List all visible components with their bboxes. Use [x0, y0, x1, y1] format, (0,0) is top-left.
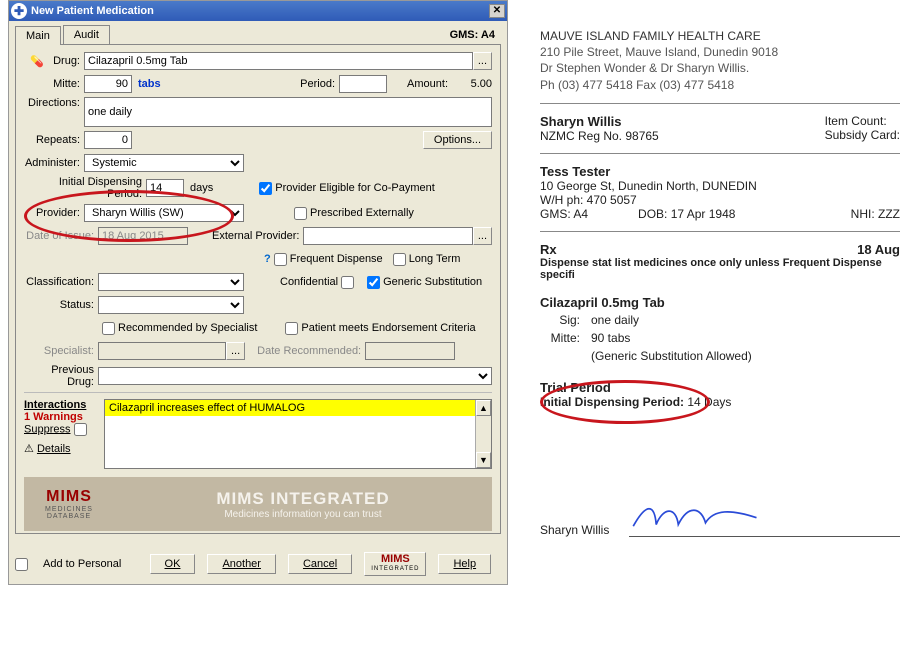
directions-label: Directions:	[24, 97, 84, 109]
rx-drug: Cilazapril 0.5mg Tab	[540, 295, 900, 310]
generic-sub-checkbox[interactable]	[367, 276, 380, 289]
prescribed-ext-checkbox[interactable]	[294, 207, 307, 220]
mitte-label: Mitte:	[24, 78, 84, 90]
prev-drug-select[interactable]	[98, 367, 492, 385]
mitte-field[interactable]	[84, 75, 132, 93]
tab-audit[interactable]: Audit	[63, 25, 110, 44]
administer-label: Administer:	[24, 157, 84, 169]
new-patient-medication-dialog: ✚ New Patient Medication ✕ Main Audit GM…	[8, 0, 508, 585]
interactions-header: Interactions	[24, 399, 104, 411]
idp-label: Initial Dispensing Period:	[24, 176, 146, 200]
warning-icon: ⚠	[24, 443, 34, 455]
interactions-list: Cilazapril increases effect of HUMALOG ▲…	[104, 399, 492, 469]
rec-specialist-label: Recommended by Specialist	[118, 322, 257, 334]
status-select[interactable]	[98, 296, 244, 314]
repeats-field[interactable]	[84, 131, 132, 149]
freq-dispense-label: Frequent Dispense	[290, 253, 383, 265]
classification-label: Classification:	[24, 276, 98, 288]
ext-provider-label: External Provider:	[212, 230, 303, 242]
specialist-lookup-button[interactable]: ...	[226, 342, 245, 360]
classification-select[interactable]	[98, 273, 244, 291]
idp-field[interactable]	[146, 179, 184, 197]
signature-line	[629, 499, 900, 537]
suppress-label: Suppress	[24, 423, 70, 435]
ext-provider-field[interactable]	[303, 227, 472, 245]
long-term-label: Long Term	[409, 253, 461, 265]
generic-sub-label: Generic Substitution	[383, 276, 482, 288]
prev-drug-label: Previous Drug:	[24, 364, 98, 388]
endorsement-label: Patient meets Endorsement Criteria	[301, 322, 475, 334]
rec-specialist-checkbox[interactable]	[102, 322, 115, 335]
idp-unit: days	[184, 182, 219, 194]
doi-field	[98, 227, 188, 245]
long-term-checkbox[interactable]	[393, 253, 406, 266]
signature-icon	[629, 499, 765, 533]
period-field[interactable]	[339, 75, 387, 93]
period-label: Period:	[300, 78, 339, 90]
titlebar: ✚ New Patient Medication ✕	[9, 1, 507, 21]
interactions-sidebar: Interactions 1 Warnings Suppress ⚠ Detai…	[24, 399, 104, 469]
repeats-label: Repeats:	[24, 134, 84, 146]
scroll-down-icon[interactable]: ▼	[476, 452, 491, 468]
confidential-label: Confidential	[280, 276, 338, 288]
app-icon: ✚	[11, 3, 27, 19]
provider-label: Provider:	[24, 207, 84, 219]
mims-button[interactable]: MIMSINTEGRATED	[364, 552, 426, 576]
endorsement-checkbox[interactable]	[285, 322, 298, 335]
trial-header: Trial Period	[540, 380, 900, 395]
details-link[interactable]: Details	[37, 443, 71, 455]
cancel-button[interactable]: Cancel	[288, 554, 352, 574]
tabstrip: Main Audit GMS: A4	[9, 21, 507, 44]
prescribed-ext-label: Prescribed Externally	[310, 207, 414, 219]
ok-button[interactable]: OK	[150, 554, 196, 574]
doi-label: Date of Issue:	[24, 230, 98, 242]
scroll-up-icon[interactable]: ▲	[476, 400, 491, 416]
prescriber-name: Sharyn Willis	[540, 114, 659, 129]
mitte-unit: tabs	[132, 78, 167, 90]
help-button[interactable]: Help	[438, 554, 491, 574]
amount-label: Amount:	[407, 78, 452, 90]
directions-field[interactable]	[84, 97, 492, 127]
interactions-warning-count: 1 Warnings	[24, 411, 104, 423]
amount-value: 5.00	[452, 78, 492, 90]
copay-label: Provider Eligible for Co-Payment	[275, 182, 435, 194]
add-personal-checkbox[interactable]	[15, 558, 28, 571]
drug-field[interactable]	[84, 52, 473, 70]
clinic-name: MAUVE ISLAND FAMILY HEALTH CARE	[540, 28, 900, 44]
drug-label: Drug:	[50, 55, 84, 67]
suppress-checkbox[interactable]	[74, 423, 87, 436]
drug-lookup-button[interactable]: ...	[473, 52, 492, 70]
mims-brand: MIMS	[24, 488, 114, 506]
close-icon[interactable]: ✕	[489, 4, 505, 18]
ext-provider-lookup-button[interactable]: ...	[473, 227, 492, 245]
gms-label: GMS: A4	[444, 26, 501, 44]
drug-icon: 💊	[24, 55, 50, 68]
prescription-preview: MAUVE ISLAND FAMILY HEALTH CARE 210 Pile…	[540, 28, 900, 537]
help-icon[interactable]: ?	[264, 253, 271, 265]
freq-dispense-checkbox[interactable]	[274, 253, 287, 266]
specialist-field	[98, 342, 226, 360]
copay-checkbox[interactable]	[259, 182, 272, 195]
another-button[interactable]: Another	[207, 554, 276, 574]
date-rec-field	[365, 342, 455, 360]
window-title: New Patient Medication	[31, 5, 154, 17]
status-label: Status:	[24, 299, 98, 311]
patient-name: Tess Tester	[540, 164, 900, 179]
bottom-bar: Add to Personal OK Another Cancel MIMSIN…	[15, 552, 501, 576]
date-rec-label: Date Recommended:	[257, 345, 365, 357]
specialist-label: Specialist:	[24, 345, 98, 357]
main-panel: 💊 Drug: ... Mitte: tabs Period: Amount: …	[15, 44, 501, 534]
confidential-checkbox[interactable]	[341, 276, 354, 289]
administer-select[interactable]: Systemic	[84, 154, 244, 172]
scrollbar[interactable]: ▲ ▼	[475, 400, 491, 468]
provider-select[interactable]: Sharyn Willis (SW)	[84, 204, 244, 222]
interaction-item: Cilazapril increases effect of HUMALOG	[105, 400, 491, 416]
tab-main[interactable]: Main	[15, 26, 61, 45]
options-button[interactable]: Options...	[423, 131, 492, 149]
mims-banner: MIMS MEDICINES DATABASE MIMS INTEGRATED …	[24, 477, 492, 531]
add-personal-label: Add to Personal	[43, 558, 121, 570]
